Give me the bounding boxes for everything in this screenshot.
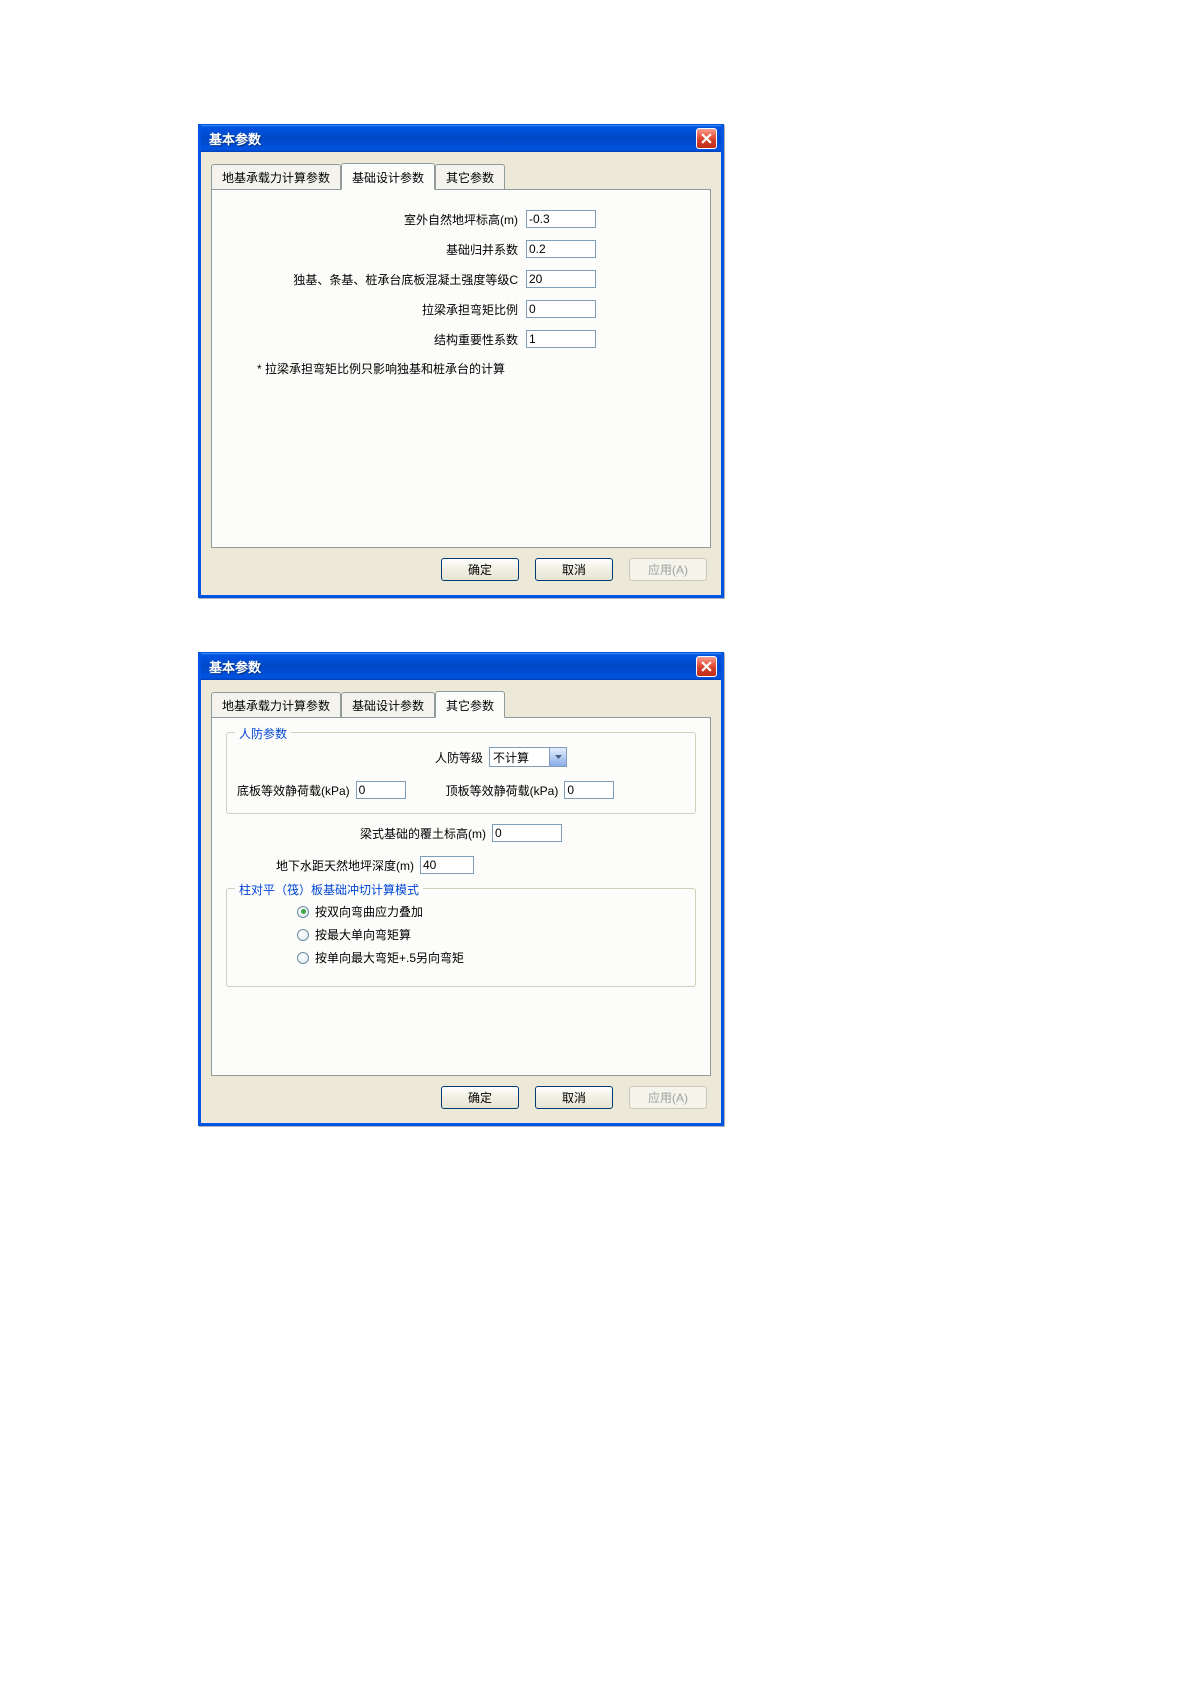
foundation-merge-coef-input[interactable] xyxy=(526,240,596,258)
tab-strip: 地基承载力计算参数 基础设计参数 其它参数 xyxy=(211,690,711,717)
defense-level-value: 不计算 xyxy=(493,749,529,766)
radio-label-0: 按双向弯曲应力叠加 xyxy=(315,903,423,920)
civil-defense-group: 人防参数 人防等级 不计算 底板等效静荷载(kPa) xyxy=(226,732,696,814)
bottom-slab-load-label: 底板等效静荷载(kPa) xyxy=(237,782,350,799)
concrete-grade-label: 独基、条基、桩承台底板混凝土强度等级C xyxy=(293,271,526,288)
radio-option-2[interactable]: 按单向最大弯矩+.5另向弯矩 xyxy=(297,949,685,966)
tie-beam-moment-ratio-input[interactable] xyxy=(526,300,596,318)
structure-importance-input[interactable] xyxy=(526,330,596,348)
button-row: 确定 取消 应用(A) xyxy=(211,548,711,585)
close-icon xyxy=(701,133,712,144)
outdoor-ground-elevation-label: 室外自然地坪标高(m) xyxy=(404,211,526,228)
bottom-slab-load-input[interactable] xyxy=(356,781,406,799)
note-text: * 拉梁承担弯矩比例只影响独基和桩承台的计算 xyxy=(226,360,596,377)
dropdown-button[interactable] xyxy=(549,748,566,766)
chevron-down-icon xyxy=(555,755,562,759)
ok-button[interactable]: 确定 xyxy=(441,1086,519,1109)
basic-params-dialog-2: 基本参数 地基承载力计算参数 基础设计参数 其它参数 人防参数 人防等级 不计算 xyxy=(198,652,724,1126)
tab-bearing-capacity[interactable]: 地基承载力计算参数 xyxy=(211,692,341,717)
civil-defense-group-title: 人防参数 xyxy=(235,725,291,742)
defense-level-select[interactable]: 不计算 xyxy=(489,747,567,767)
top-slab-load-input[interactable] xyxy=(564,781,614,799)
radio-icon xyxy=(297,952,309,964)
radio-label-1: 按最大单向弯矩算 xyxy=(315,926,411,943)
close-icon xyxy=(701,661,712,672)
close-button[interactable] xyxy=(696,128,717,149)
dialog-body: 地基承载力计算参数 基础设计参数 其它参数 人防参数 人防等级 不计算 xyxy=(201,680,721,1123)
apply-button: 应用(A) xyxy=(629,558,707,581)
button-row: 确定 取消 应用(A) xyxy=(211,1076,711,1113)
radio-icon xyxy=(297,906,309,918)
structure-importance-label: 结构重要性系数 xyxy=(434,331,526,348)
dialog-title: 基本参数 xyxy=(209,657,261,676)
groundwater-depth-input[interactable] xyxy=(420,856,474,874)
tie-beam-moment-ratio-label: 拉梁承担弯矩比例 xyxy=(422,301,526,318)
tab-panel: 人防参数 人防等级 不计算 底板等效静荷载(kPa) xyxy=(211,717,711,1076)
tab-other-params[interactable]: 其它参数 xyxy=(435,164,505,189)
titlebar: 基本参数 xyxy=(201,124,721,152)
tab-panel: 室外自然地坪标高(m) 基础归并系数 独基、条基、桩承台底板混凝土强度等级C 拉… xyxy=(211,189,711,548)
radio-label-2: 按单向最大弯矩+.5另向弯矩 xyxy=(315,949,464,966)
beam-foundation-cover-label: 梁式基础的覆土标高(m) xyxy=(360,825,486,842)
ok-button[interactable]: 确定 xyxy=(441,558,519,581)
radio-option-1[interactable]: 按最大单向弯矩算 xyxy=(297,926,685,943)
outdoor-ground-elevation-input[interactable] xyxy=(526,210,596,228)
tab-foundation-design[interactable]: 基础设计参数 xyxy=(341,163,435,190)
defense-level-label: 人防等级 xyxy=(435,749,483,766)
titlebar: 基本参数 xyxy=(201,652,721,680)
beam-foundation-cover-input[interactable] xyxy=(492,824,562,842)
top-slab-load-label: 顶板等效静荷载(kPa) xyxy=(446,782,559,799)
groundwater-depth-label: 地下水距天然地坪深度(m) xyxy=(276,857,414,874)
cancel-button[interactable]: 取消 xyxy=(535,558,613,581)
tab-other-params[interactable]: 其它参数 xyxy=(435,691,505,718)
tab-strip: 地基承载力计算参数 基础设计参数 其它参数 xyxy=(211,162,711,189)
radio-option-0[interactable]: 按双向弯曲应力叠加 xyxy=(297,903,685,920)
concrete-grade-input[interactable] xyxy=(526,270,596,288)
basic-params-dialog-1: 基本参数 地基承载力计算参数 基础设计参数 其它参数 室外自然地坪标高(m) 基… xyxy=(198,124,724,598)
dialog-body: 地基承载力计算参数 基础设计参数 其它参数 室外自然地坪标高(m) 基础归并系数… xyxy=(201,152,721,595)
radio-icon xyxy=(297,929,309,941)
foundation-merge-coef-label: 基础归并系数 xyxy=(446,241,526,258)
close-button[interactable] xyxy=(696,656,717,677)
apply-button: 应用(A) xyxy=(629,1086,707,1109)
tab-bearing-capacity[interactable]: 地基承载力计算参数 xyxy=(211,164,341,189)
tab-foundation-design[interactable]: 基础设计参数 xyxy=(341,692,435,717)
cancel-button[interactable]: 取消 xyxy=(535,1086,613,1109)
punching-shear-group-title: 柱对平（筏）板基础冲切计算模式 xyxy=(235,881,423,898)
dialog-title: 基本参数 xyxy=(209,129,261,148)
punching-shear-group: 柱对平（筏）板基础冲切计算模式 按双向弯曲应力叠加 按最大单向弯矩算 按单向最大… xyxy=(226,888,696,987)
